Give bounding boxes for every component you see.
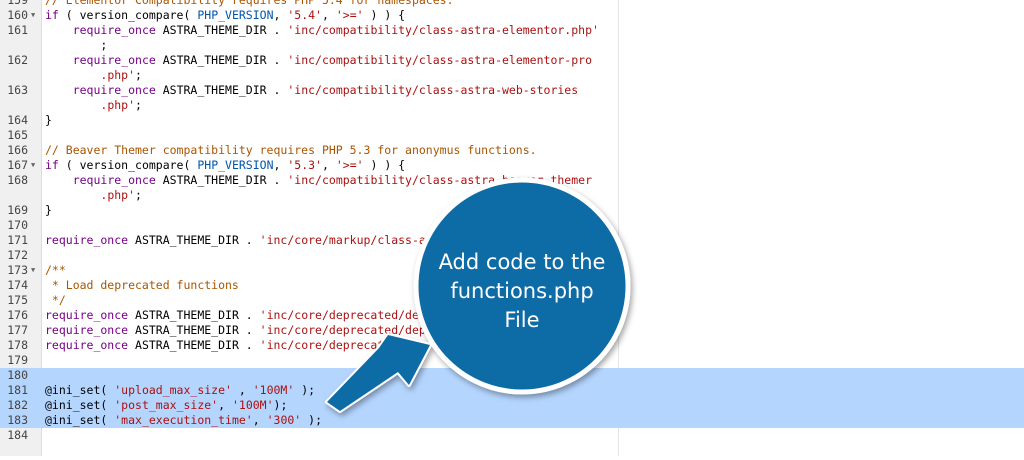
callout-text: Add code to the functions.php File [412, 248, 632, 335]
callout-annotation: Add code to the functions.php File [0, 0, 1024, 456]
callout-line-3: File [504, 308, 540, 332]
callout-line-2: functions.php [450, 279, 594, 303]
callout-line-1: Add code to the [438, 250, 606, 274]
callout-bubble-shape [325, 177, 631, 413]
